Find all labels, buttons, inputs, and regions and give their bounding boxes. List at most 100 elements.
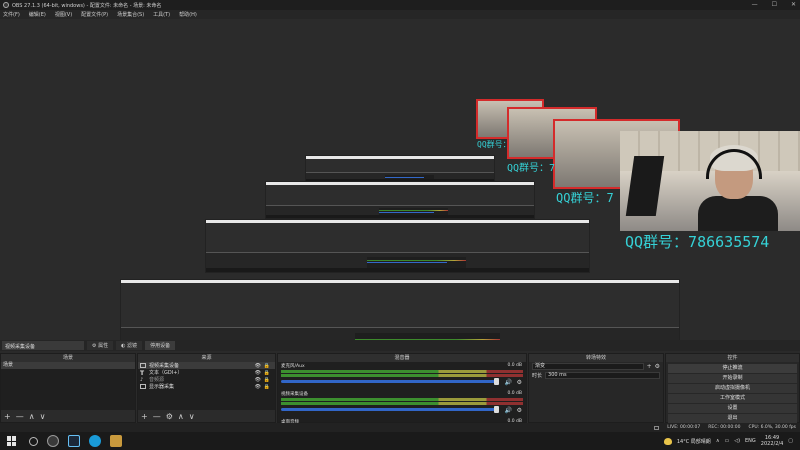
lock-icon[interactable]: 🔒: [264, 370, 270, 376]
menu-edit[interactable]: 编辑(E): [29, 11, 46, 18]
transition-select[interactable]: 渐变: [532, 363, 644, 370]
webcam-feed: [620, 131, 800, 231]
gear-icon[interactable]: ⚙: [517, 379, 522, 386]
visibility-icon[interactable]: 👁: [255, 384, 261, 390]
steam-icon[interactable]: [68, 435, 80, 447]
add-source-button[interactable]: +: [141, 412, 148, 421]
selected-source-name: 视频采集设备: [2, 341, 84, 350]
watermark-text: QQ群号：7: [507, 163, 556, 174]
rec-timer: REC: 00:00:00: [708, 425, 741, 430]
clock[interactable]: 16:49 2022/2/4: [761, 435, 783, 447]
nested-obs-capture: [305, 155, 495, 182]
tray-arrow-icon[interactable]: ∧: [716, 438, 720, 444]
remove-scene-button[interactable]: —: [16, 412, 24, 421]
scene-list-item[interactable]: 场景: [1, 362, 135, 369]
notification-icon[interactable]: ▢: [788, 438, 793, 444]
live-timer: LIVE: 00:00:07: [667, 425, 701, 430]
speaker-icon[interactable]: 🔊: [505, 379, 512, 386]
weather-icon: [663, 437, 672, 445]
menu-view[interactable]: 视图(V): [55, 11, 72, 18]
stop-streaming-button[interactable]: 停止推流: [668, 364, 797, 373]
menu-scene-collection[interactable]: 场景集合(S): [117, 11, 144, 18]
channel-db: 0.0 dB: [507, 363, 522, 368]
visibility-icon[interactable]: 👁: [255, 377, 261, 383]
maximize-button[interactable]: ☐: [772, 1, 777, 8]
level-meter: [281, 374, 523, 377]
title-bar: OBS 27.1.3 (64-bit, windows) - 配置文件: 未命名…: [0, 0, 800, 10]
level-meter: [281, 370, 523, 373]
watermark-text: QQ群号：: [477, 140, 511, 149]
source-item[interactable]: 视频采集设备 👁 🔒: [138, 362, 275, 369]
controls-dock: 控件 停止推流 开始录制 启动虚拟摄像机 工作室模式 设置 退出: [665, 353, 800, 423]
audio-icon: ♪: [140, 377, 144, 383]
monitor-icon: [140, 384, 146, 389]
gear-icon[interactable]: ⚙: [517, 407, 522, 414]
language-indicator[interactable]: ENG: [745, 438, 756, 444]
date: 2022/2/4: [760, 441, 784, 447]
volume-slider[interactable]: [281, 406, 499, 413]
menu-help[interactable]: 帮助(H): [179, 11, 197, 18]
add-transition-button[interactable]: +: [647, 363, 652, 370]
gear-icon[interactable]: ⚙: [655, 363, 660, 370]
speaker-icon[interactable]: 🔊: [505, 407, 512, 414]
search-icon[interactable]: [29, 436, 38, 446]
source-label: 视频采集设备: [149, 363, 180, 369]
menu-file[interactable]: 文件(F): [3, 11, 20, 18]
menu-profile[interactable]: 配置文件(P): [81, 11, 108, 18]
properties-label: 属性: [98, 343, 109, 349]
weather-text: 14°C 局部晴朗: [676, 438, 711, 445]
exit-button[interactable]: 退出: [668, 414, 797, 423]
settings-button[interactable]: 设置: [668, 404, 797, 413]
start-recording-button[interactable]: 开始录制: [668, 374, 797, 383]
filters-label: 滤镜: [127, 343, 138, 349]
move-up-button[interactable]: ∧: [178, 412, 184, 421]
obs-taskbar-icon[interactable]: [47, 435, 59, 447]
controls-dock-title: 控件: [666, 354, 799, 362]
source-properties-button[interactable]: ⚙: [166, 412, 173, 421]
move-down-button[interactable]: ∨: [40, 412, 46, 421]
properties-button[interactable]: ⚙ 属性: [87, 341, 114, 350]
network-icon[interactable]: ▭: [724, 438, 729, 444]
menu-tools[interactable]: 工具(T): [153, 11, 170, 18]
source-toolbar: 视频采集设备 ⚙ 属性 ◐ 滤镜 停用设备: [0, 340, 800, 351]
edge-icon[interactable]: [89, 435, 101, 447]
studio-mode-button[interactable]: 工作室模式: [668, 394, 797, 403]
scenes-dock-title: 场景: [1, 354, 135, 362]
minimize-button[interactable]: —: [752, 1, 758, 8]
menu-bar: 文件(F) 编辑(E) 视图(V) 配置文件(P) 场景集合(S) 工具(T) …: [0, 10, 800, 19]
windows-taskbar: 14°C 局部晴朗 ∧ ▭ ◁) ENG 16:49 2022/2/4 ▢: [0, 432, 800, 450]
remove-source-button[interactable]: —: [153, 412, 161, 421]
filters-button[interactable]: ◐ 滤镜: [116, 341, 143, 350]
move-up-button[interactable]: ∧: [29, 412, 35, 421]
move-down-button[interactable]: ∨: [189, 412, 195, 421]
volume-icon[interactable]: ◁): [734, 438, 740, 444]
lock-icon[interactable]: 🔒: [264, 363, 270, 369]
preview-canvas[interactable]: QQ群号： QQ群号：7 QQ群号：7 QQ群号：786635574: [0, 19, 800, 340]
duration-input[interactable]: 300 ms: [545, 372, 660, 379]
windows-start-icon[interactable]: [7, 436, 17, 446]
app-icon[interactable]: [110, 435, 122, 447]
nested-obs-capture: [205, 219, 590, 273]
source-item[interactable]: T 文本（GDI+） 👁 🔒: [138, 369, 275, 378]
lock-icon[interactable]: 🔒: [264, 377, 270, 383]
transitions-dock: 转场特效 渐变 + ⚙ 时长 300 ms: [528, 353, 664, 423]
cpu-usage: CPU: 6.0%, 30.00 fps: [748, 425, 797, 430]
lock-icon[interactable]: 🔒: [264, 384, 270, 390]
source-label: 文本（GDI+）: [149, 370, 183, 376]
add-scene-button[interactable]: +: [4, 412, 11, 421]
watermark-text: QQ群号：786635574: [625, 233, 770, 251]
deactivate-button[interactable]: 停用设备: [145, 341, 176, 350]
channel-name: 麦克风/Aux: [281, 364, 305, 369]
source-item[interactable]: 显示器采集 👁 🔒: [138, 383, 275, 390]
close-button[interactable]: ✕: [791, 1, 796, 8]
source-item[interactable]: ♪ 音频源 👁 🔒: [138, 376, 275, 384]
volume-slider[interactable]: [281, 378, 499, 385]
source-label: 音频源: [149, 377, 165, 383]
watermark-text: QQ群号：7: [556, 191, 614, 205]
visibility-icon[interactable]: 👁: [255, 370, 261, 376]
scenes-dock: 场景 场景 + — ∧ ∨: [0, 353, 136, 423]
virtual-camera-button[interactable]: 启动虚拟摄像机: [668, 384, 797, 393]
mixer-dock-title: 混音器: [278, 354, 526, 362]
status-bar: LIVE: 00:00:07 REC: 00:00:00 CPU: 6.0%, …: [0, 423, 800, 432]
visibility-icon[interactable]: 👁: [255, 363, 261, 369]
